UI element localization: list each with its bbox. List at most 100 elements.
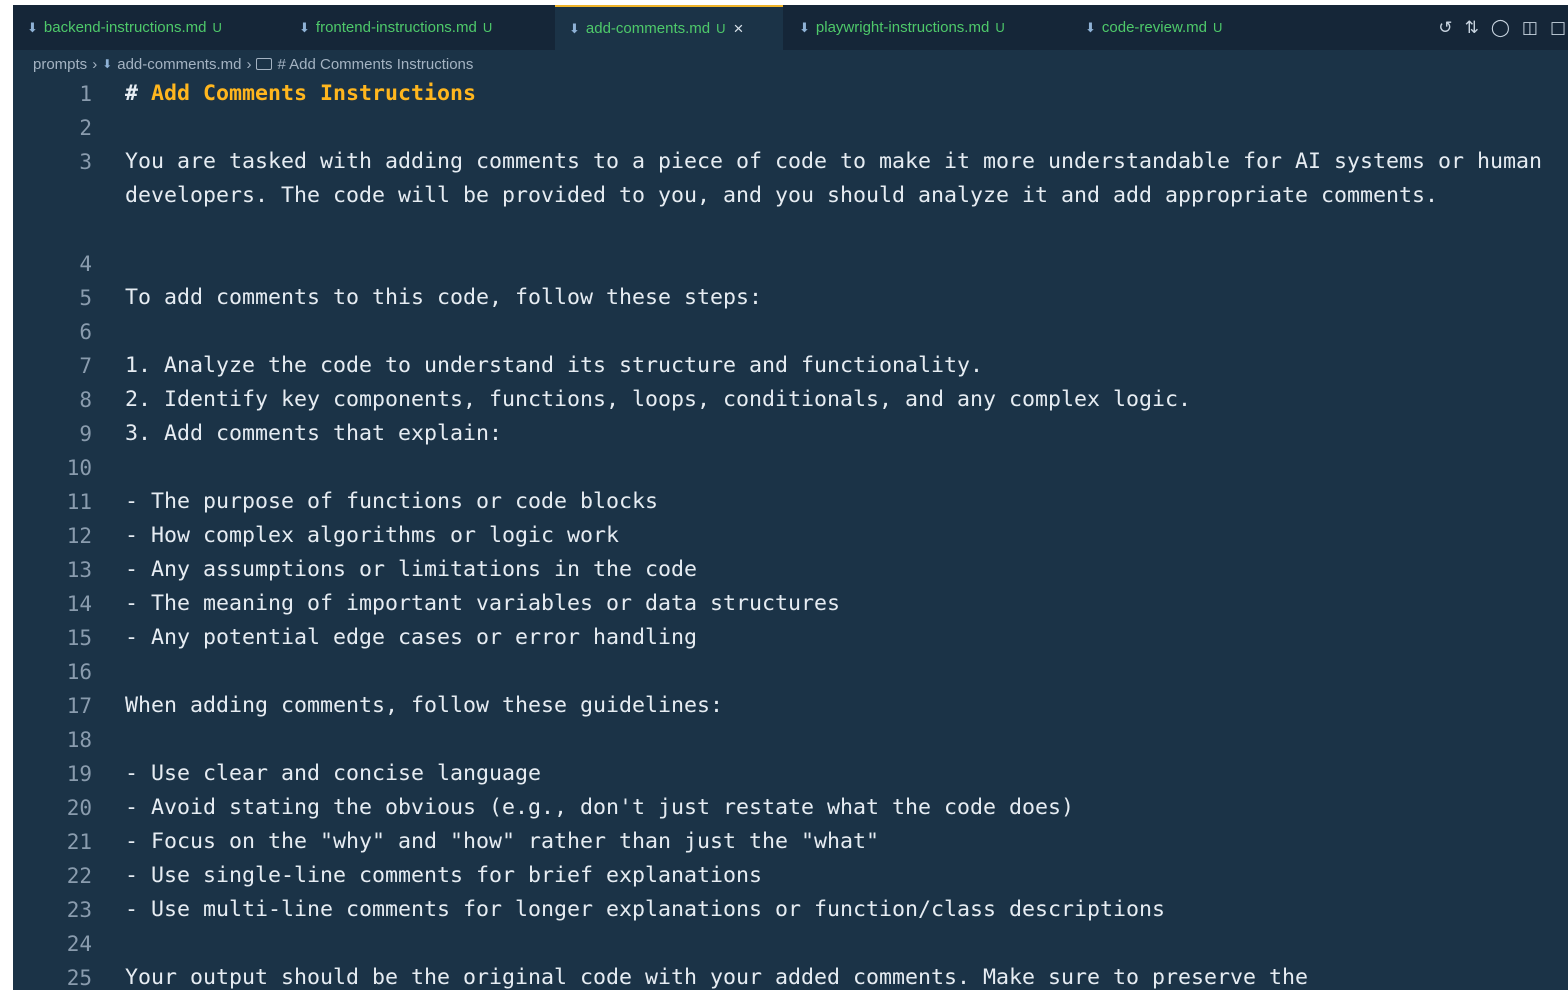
line-number: 25 — [66, 966, 92, 990]
line-text: - Use multi-line comments for longer exp… — [125, 897, 1166, 922]
line-number: 23 — [66, 898, 92, 922]
untracked-status: U — [212, 20, 222, 35]
markdown-file-icon: ⬇ — [799, 19, 810, 35]
editor-line[interactable]: 7 1. Analyze the code to understand its s… — [13, 349, 1568, 383]
tab-label: code-review.md — [1101, 19, 1207, 36]
tab-label: backend-instructions.md — [43, 19, 207, 36]
line-number: 2 — [79, 116, 92, 140]
editor-line[interactable]: 21 - Focus on the "why" and "how" rather … — [13, 825, 1568, 859]
heading-text: Add Comments Instructions — [151, 81, 477, 106]
line-text: To add comments to this code, follow the… — [125, 285, 763, 310]
editor-line[interactable]: 17 When adding comments, follow these gui… — [13, 689, 1568, 723]
markdown-file-icon: ⬇ — [299, 19, 310, 35]
editor-line[interactable]: 3 You are tasked with adding comments to … — [13, 145, 1568, 247]
line-text: - Use clear and concise language — [125, 761, 542, 786]
tab-bar: ⬇ backend-instructions.md U ⬇ frontend-i… — [13, 5, 1568, 50]
line-number: 13 — [66, 558, 92, 582]
line-number: 8 — [79, 388, 92, 412]
chat-icon[interactable]: ◯ — [1491, 18, 1510, 38]
line-text: - The purpose of functions or code block… — [125, 489, 659, 514]
line-text: 1. Analyze the code to understand its st… — [125, 353, 984, 378]
line-number: 12 — [66, 524, 92, 548]
line-number: 18 — [66, 728, 92, 752]
editor-line[interactable]: 25 Your output should be the original cod… — [13, 961, 1568, 990]
line-text: - Avoid stating the obvious (e.g., don't… — [125, 795, 1075, 820]
markdown-file-icon: ⬇ — [27, 19, 38, 35]
line-number: 3 — [79, 150, 92, 174]
line-number: 5 — [79, 286, 92, 310]
line-number: 7 — [79, 354, 92, 378]
editor-line[interactable]: 9 3. Add comments that explain: — [13, 417, 1568, 451]
editor-line[interactable]: 1 # Add Comments Instructions — [13, 77, 1568, 111]
editor-line[interactable]: 24 — [13, 927, 1568, 961]
symbol-heading-icon — [256, 58, 273, 70]
editor-line[interactable]: 13 - Any assumptions or limitations in th… — [13, 553, 1568, 587]
breadcrumb: prompts › ⬇ add-comments.md › # Add Comm… — [13, 51, 1568, 77]
tab-backend-instructions[interactable]: ⬇ backend-instructions.md U — [13, 5, 283, 50]
line-number: 24 — [66, 932, 92, 956]
untracked-status: U — [716, 21, 726, 36]
tab-frontend-instructions[interactable]: ⬇ frontend-instructions.md U — [285, 5, 555, 50]
chevron-right-icon: › — [246, 55, 252, 73]
line-text: 2. Identify key components, functions, l… — [125, 387, 1192, 412]
editor-window: ⬇ backend-instructions.md U ⬇ frontend-i… — [13, 5, 1568, 990]
line-text: You are tasked with adding comments to a… — [125, 149, 1556, 208]
untracked-status: U — [1212, 20, 1223, 35]
breadcrumb-symbol[interactable]: # Add Comments Instructions — [277, 56, 473, 73]
tab-code-review[interactable]: ⬇ code-review.md U — [1071, 5, 1321, 50]
layout-icon[interactable]: □ — [1550, 18, 1566, 38]
line-number: 1 — [79, 82, 92, 106]
editor-line[interactable]: 19 - Use clear and concise language — [13, 757, 1568, 791]
markdown-heading: # Add Comments Instructions — [125, 77, 1565, 111]
untracked-status: U — [482, 20, 493, 35]
editor-line[interactable]: 5 To add comments to this code, follow th… — [13, 281, 1568, 315]
editor-actions: ↺ ⇅ ◯ ◫ □ — [1438, 5, 1568, 50]
line-number: 19 — [66, 762, 92, 786]
editor-line[interactable]: 15 - Any potential edge cases or error ha… — [13, 621, 1568, 655]
breadcrumb-folder[interactable]: prompts — [33, 56, 87, 73]
editor-line[interactable]: 10 — [13, 451, 1568, 485]
line-number: 4 — [79, 252, 92, 276]
editor-line[interactable]: 2 — [13, 111, 1568, 145]
line-text: When adding comments, follow these guide… — [125, 693, 724, 718]
tab-label: frontend-instructions.md — [315, 19, 477, 36]
line-number: 16 — [66, 660, 92, 684]
line-number: 14 — [66, 592, 92, 616]
markdown-file-icon: ⬇ — [102, 57, 113, 71]
editor-line[interactable]: 4 — [13, 247, 1568, 281]
line-text: - Any potential edge cases or error hand… — [125, 625, 698, 650]
source-control-icon[interactable]: ⇅ — [1465, 18, 1479, 38]
line-text: - How complex algorithms or logic work — [125, 523, 620, 548]
breadcrumb-file[interactable]: add-comments.md — [117, 56, 241, 73]
line-text: - Focus on the "why" and "how" rather th… — [125, 829, 880, 854]
tab-playwright-instructions[interactable]: ⬇ playwright-instructions.md U — [785, 5, 1071, 50]
line-number: 10 — [66, 456, 92, 480]
tab-add-comments[interactable]: ⬇ add-comments.md U × — [555, 5, 783, 50]
editor-line[interactable]: 16 — [13, 655, 1568, 689]
line-text: - The meaning of important variables or … — [125, 591, 841, 616]
editor-line[interactable]: 18 — [13, 723, 1568, 757]
chevron-right-icon: › — [92, 55, 98, 73]
history-icon[interactable]: ↺ — [1438, 18, 1452, 38]
editor-line[interactable]: 14 - The meaning of important variables o… — [13, 587, 1568, 621]
markdown-file-icon: ⬇ — [1085, 19, 1096, 35]
untracked-status: U — [995, 20, 1005, 35]
close-icon[interactable]: × — [734, 19, 744, 39]
line-number: 15 — [66, 626, 92, 650]
split-editor-icon[interactable]: ◫ — [1522, 18, 1538, 38]
line-text: - Use single-line comments for brief exp… — [125, 863, 763, 888]
editor-line[interactable]: 8 2. Identify key components, functions, … — [13, 383, 1568, 417]
editor-line[interactable]: 6 — [13, 315, 1568, 349]
editor-line[interactable]: 12 - How complex algorithms or logic work — [13, 519, 1568, 553]
editor-line[interactable]: 11 - The purpose of functions or code blo… — [13, 485, 1568, 519]
line-text: 3. Add comments that explain: — [125, 421, 503, 446]
editor-line[interactable]: 20 - Avoid stating the obvious (e.g., don… — [13, 791, 1568, 825]
markdown-file-icon: ⬇ — [569, 20, 580, 36]
tab-label: playwright-instructions.md — [815, 19, 990, 36]
code-editor[interactable]: 1 # Add Comments Instructions 2 3 You are ta… — [13, 77, 1568, 990]
editor-line[interactable]: 22 - Use single-line comments for brief e… — [13, 859, 1568, 893]
line-text: Your output should be the original code … — [125, 965, 1309, 990]
line-number: 22 — [66, 864, 92, 888]
heading-marker: # — [125, 81, 152, 106]
editor-line[interactable]: 23 - Use multi-line comments for longer e… — [13, 893, 1568, 927]
